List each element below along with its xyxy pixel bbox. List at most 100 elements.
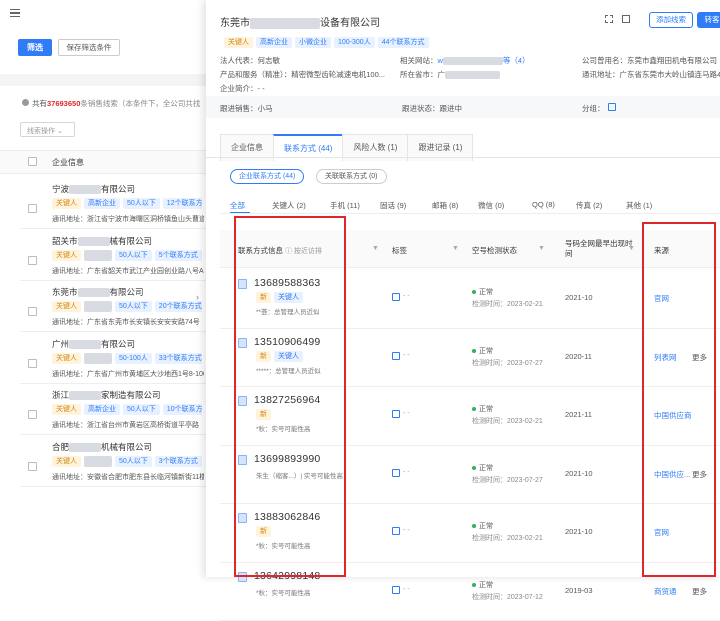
legal-rep: 法人代表：何志敏 <box>220 56 280 65</box>
contact-type-filter[interactable]: 关键人 (2) <box>272 200 306 211</box>
edit-tag-icon[interactable] <box>392 585 400 594</box>
row-checkbox[interactable] <box>28 307 37 316</box>
company-name[interactable]: 合肥 机械有限公司 <box>52 441 152 453</box>
contact-type-filter[interactable]: 手机 (11) <box>330 200 360 211</box>
tag-empty: - - <box>403 410 410 417</box>
products: 产品和服务（精准）：精密微型齿轮减速电机100... <box>220 70 386 79</box>
contact-note: *秋：实号可能性高 <box>256 589 311 597</box>
first-seen: 2021-11 <box>565 410 592 419</box>
source-link[interactable]: 商贸通 <box>654 586 677 597</box>
result-count: 37693650 <box>47 99 81 108</box>
company-name[interactable]: 东莞市 有限公司 <box>52 286 144 298</box>
check-date: 检测时间：2023-07-12 <box>472 593 543 601</box>
filter-icon[interactable]: ▼ <box>628 245 635 252</box>
former-name: 公司曾用名：东莞市鑫翔田机电有限公司 <box>582 56 717 65</box>
company-tag: 关键人 <box>52 352 81 364</box>
check-status: 正常 <box>472 404 493 414</box>
edit-tag-icon[interactable] <box>392 527 400 535</box>
related-website: 相关网站：w 等（4） <box>400 56 530 66</box>
company-tag: 50-100人 <box>115 352 152 364</box>
th-status: 空号检测状态 <box>472 246 517 255</box>
expand-arrow-icon[interactable]: › <box>196 292 199 302</box>
follow-status: 跟进状态：跟进中 <box>402 104 462 113</box>
company-tag: 高新企业 <box>256 37 292 48</box>
check-status: 正常 <box>472 463 493 473</box>
add-lead-button[interactable]: 添加线索 <box>649 12 693 28</box>
check-date: 检测时间：2023-02-21 <box>472 301 543 308</box>
th-first-seen: 号码全网最早出现时间 <box>565 239 633 258</box>
row-checkbox[interactable] <box>28 255 37 265</box>
chevron-down-icon: ⌄ <box>56 128 63 135</box>
row-checkbox[interactable] <box>28 204 37 213</box>
company-tag: 5个联系方式 <box>154 249 202 261</box>
company-tag: 50人以下 <box>115 455 152 467</box>
company-tag: 33个联系方式 <box>154 352 202 364</box>
company-tag: 3个联系方式 <box>154 455 202 467</box>
contact-type-filter[interactable]: 微信 (0) <box>478 200 504 211</box>
info-icon <box>22 99 29 106</box>
edit-tag-icon[interactable] <box>392 468 400 477</box>
company-name[interactable]: 宁波 有限公司 <box>52 183 135 195</box>
company-title: 东莞市 设备有限公司 <box>220 17 380 29</box>
tag-empty: - - <box>403 293 410 300</box>
open-external-icon[interactable] <box>622 15 630 23</box>
more-link[interactable]: 更多 <box>692 586 707 597</box>
tag-empty: - - <box>403 468 410 476</box>
contact-type-filter[interactable]: 传真 (2) <box>576 200 602 211</box>
contact-type-filter[interactable]: QQ (8) <box>532 200 555 209</box>
pill-company-contacts[interactable]: 企业联系方式 (44) <box>230 169 305 184</box>
check-date: 检测时间：2023-07-27 <box>472 476 543 484</box>
company-tag: 50人以下 <box>123 404 160 415</box>
check-date: 检测时间：2023-02-21 <box>472 535 543 542</box>
company-tag: 关键人 <box>52 249 81 261</box>
contact-type-filter[interactable]: 全部 <box>230 200 245 211</box>
company-tag: 关键人 <box>52 455 81 467</box>
tag-empty: - - <box>403 585 410 593</box>
company-address: 通讯地址：广东省东莞市长安镇长安安安路74号 <box>52 319 200 326</box>
company-tag: 50人以下 <box>115 301 152 312</box>
tag-empty: - - <box>403 351 410 359</box>
check-date: 检测时间：2023-02-21 <box>472 418 543 425</box>
lead-list-panel: 筛选 保存筛选条件 共有37693650条销售线索（本条件下，全公司共找 线索操… <box>0 0 206 577</box>
save-filter-button[interactable]: 保存筛选条件 <box>58 39 120 56</box>
company-name[interactable]: 韶关市 械有限公司 <box>52 235 152 247</box>
company-tag: 关键人 <box>224 37 253 48</box>
check-status: 正常 <box>472 580 493 590</box>
row-checkbox[interactable] <box>28 410 37 419</box>
edit-tag-icon[interactable] <box>392 410 400 418</box>
check-status: 正常 <box>472 346 493 356</box>
first-seen: 2021-10 <box>565 293 593 302</box>
col-header-company: 企业信息 <box>52 158 84 167</box>
row-checkbox[interactable] <box>28 358 37 368</box>
filter-button[interactable]: 筛选 <box>18 39 52 56</box>
filter-icon[interactable]: ▼ <box>452 245 459 252</box>
first-seen: 2020-11 <box>565 351 592 361</box>
filter-icon[interactable]: ▼ <box>538 245 545 252</box>
highlight-contact-column <box>234 216 346 577</box>
row-checkbox[interactable] <box>28 461 37 471</box>
contact-type-filter[interactable]: 其他 (1) <box>626 200 652 211</box>
menu-collapse-icon[interactable] <box>10 9 20 17</box>
edit-tag-icon[interactable] <box>392 293 400 301</box>
contact-type-filter[interactable]: 邮箱 (8) <box>432 200 458 211</box>
convert-customer-button[interactable]: 转客 <box>697 12 720 28</box>
edit-group-icon[interactable] <box>608 103 616 111</box>
check-status: 正常 <box>472 287 493 297</box>
lead-action-select[interactable]: 线索操作 ⌄ <box>20 122 75 137</box>
filter-icon[interactable]: ▼ <box>372 245 379 252</box>
company-tag: 20个联系方式 <box>154 301 202 312</box>
first-seen: 2019-03 <box>565 585 593 595</box>
contact-type-filter[interactable]: 固话 (9) <box>380 200 406 211</box>
company-name[interactable]: 浙江 家制造有限公司 <box>52 389 161 401</box>
company-tag: 关键人 <box>52 301 81 312</box>
company-tag: 100-300人 <box>334 37 375 48</box>
company-name[interactable]: 广州 有限公司 <box>52 338 135 350</box>
pill-related-contacts[interactable]: 关联联系方式 (0) <box>316 169 387 184</box>
company-tag: 小微企业 <box>295 37 331 48</box>
edit-tag-icon[interactable] <box>392 351 400 360</box>
select-all-checkbox[interactable] <box>28 157 37 166</box>
company-address: 通讯地址：浙江省台州市黄岩区高桥街道平亭路 <box>52 422 199 429</box>
group: 分组： <box>582 104 605 113</box>
first-seen: 2021-10 <box>565 527 593 536</box>
fullscreen-icon[interactable] <box>605 15 613 23</box>
